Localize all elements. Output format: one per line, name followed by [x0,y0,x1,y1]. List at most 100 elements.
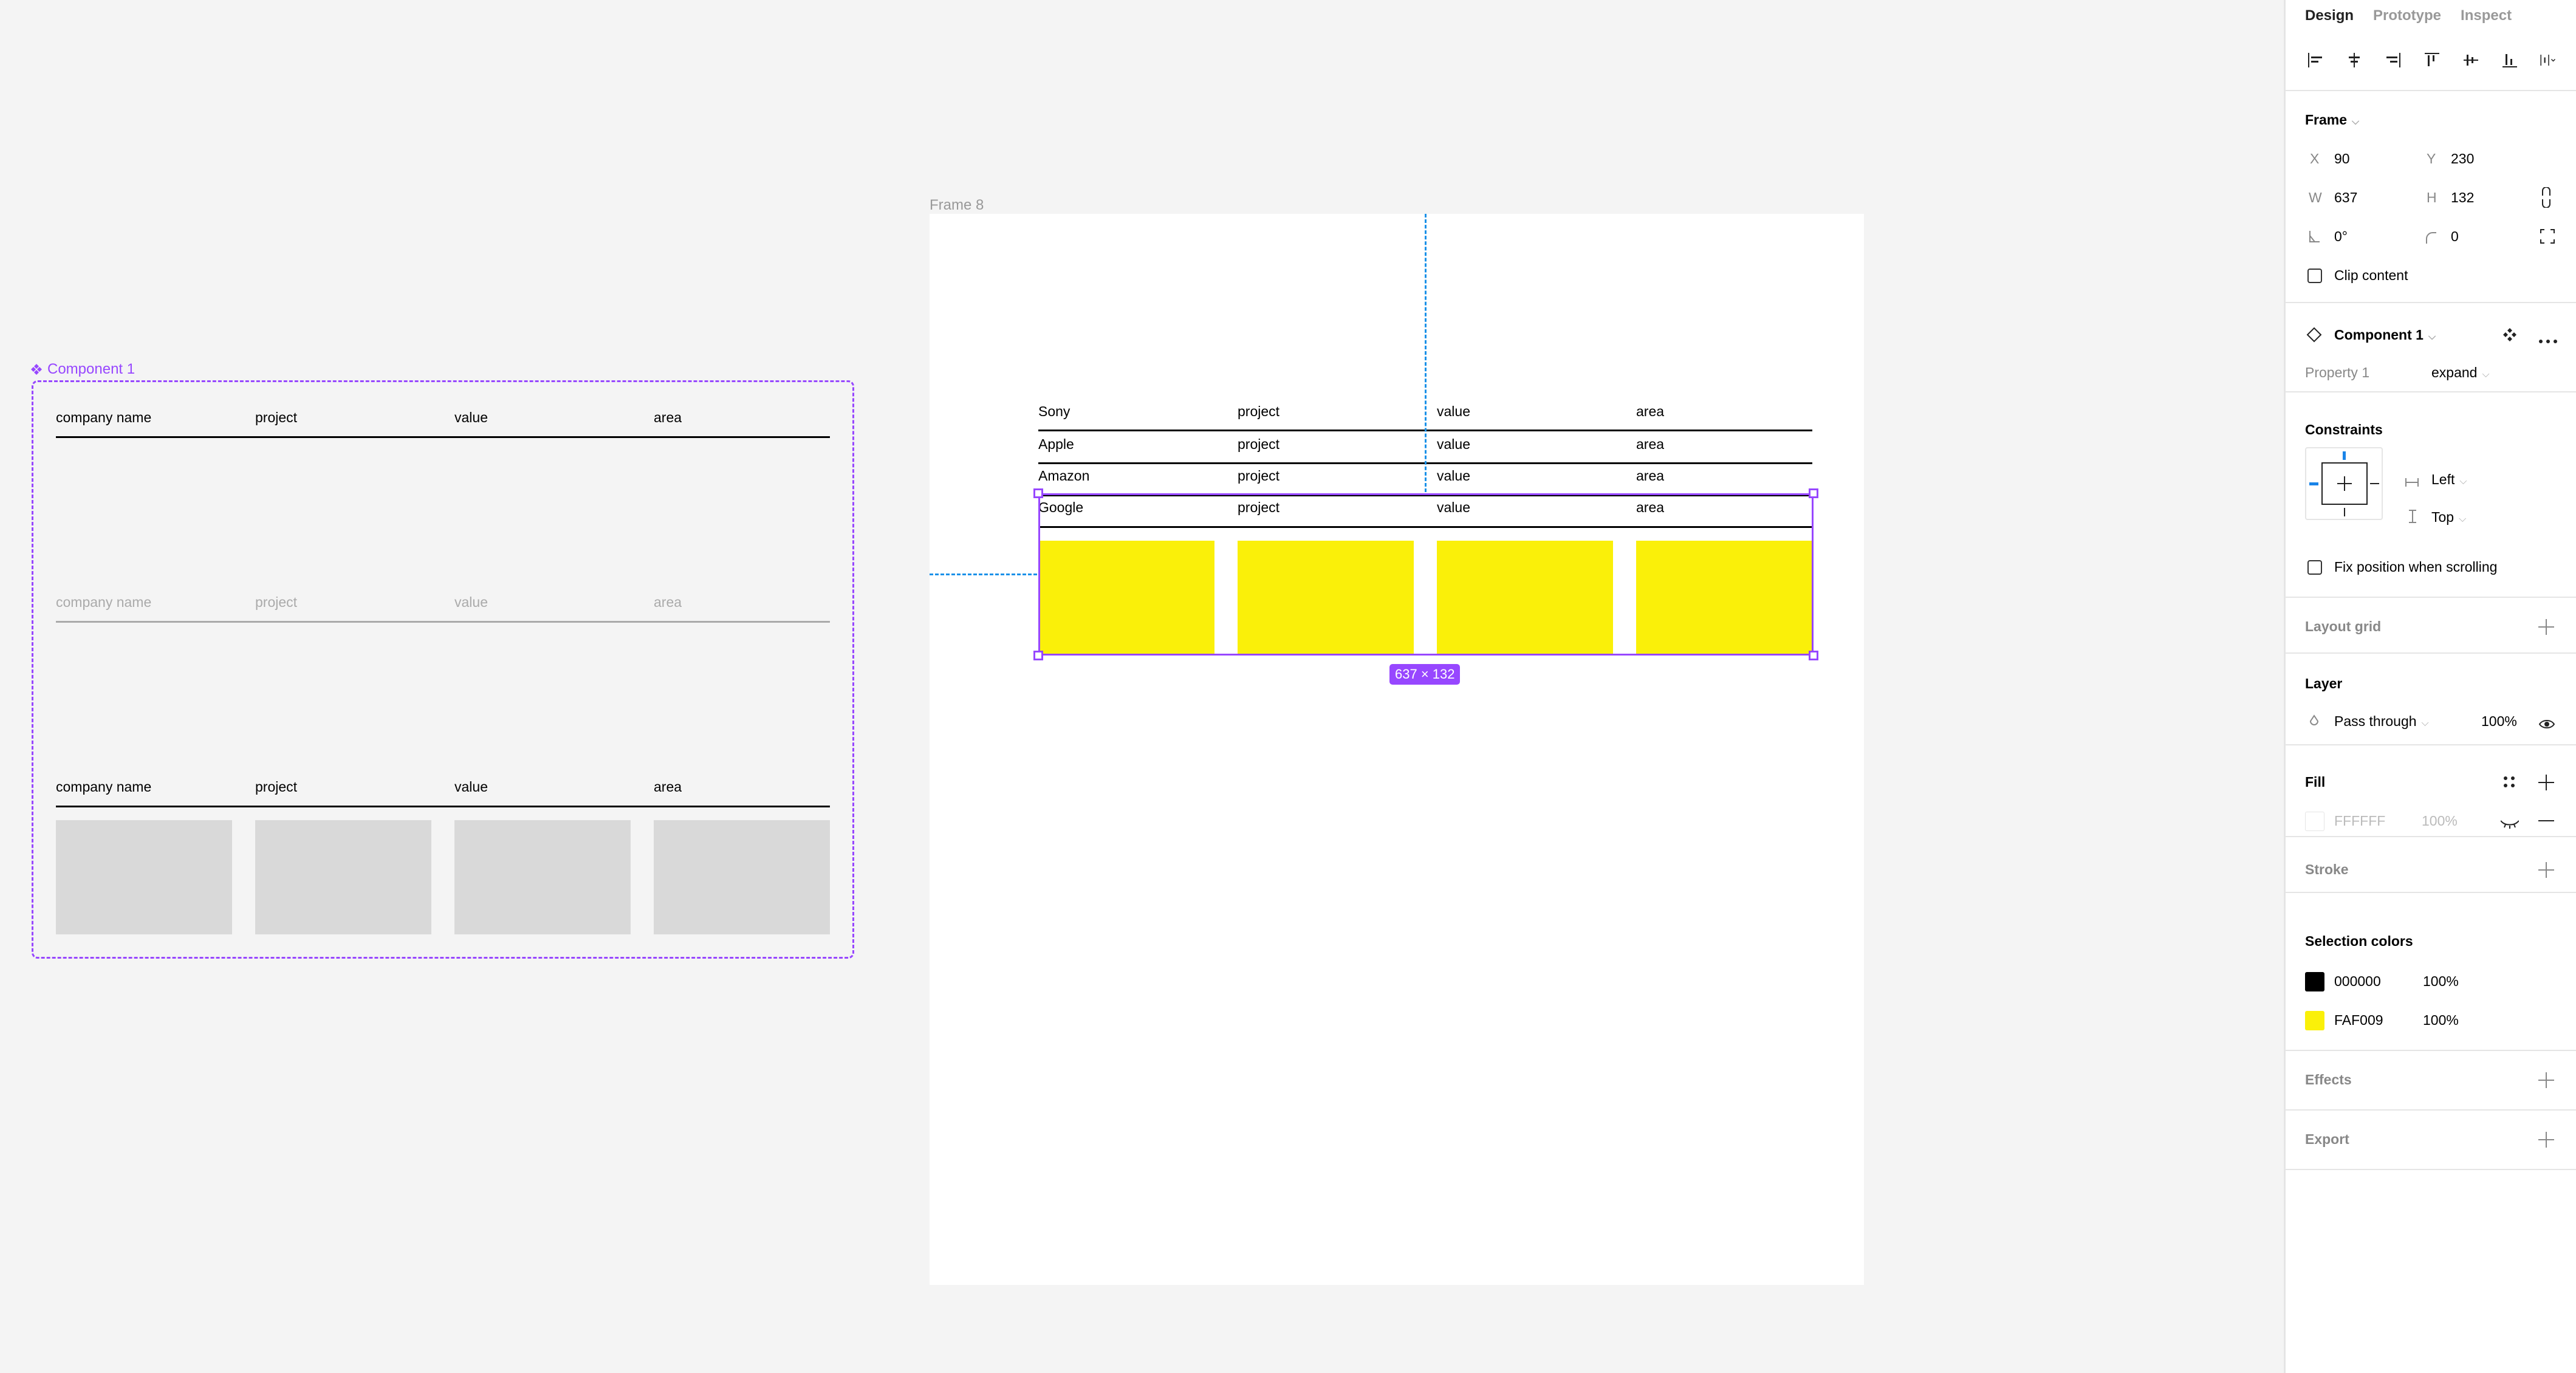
placeholder-box[interactable] [654,820,830,934]
component-icon [31,364,42,375]
independent-corners-icon[interactable] [2540,228,2555,248]
vertical-constraint-dropdown[interactable]: Top ⌵ [2431,509,2466,526]
vertical-constraint-value: Top [2431,509,2454,525]
align-left-icon[interactable] [2306,51,2324,69]
blend-mode-dropdown[interactable]: Pass through ⌵ [2334,713,2429,730]
eye-icon[interactable] [2538,717,2555,733]
align-top-icon[interactable] [2423,51,2441,69]
horizontal-constraint-dropdown[interactable]: Left ⌵ [2431,471,2467,488]
frame-label[interactable]: Frame 8 [930,197,984,214]
expand-header-project: project [255,779,298,795]
constrain-proportions-icon[interactable] [2541,187,2552,211]
frame-section-title[interactable]: Frame ⌵ [2305,112,2359,128]
header-project: project [255,409,298,425]
add-export-icon[interactable] [2538,1132,2554,1148]
property-value-dropdown[interactable]: expand ⌵ [2431,365,2490,381]
cell-area[interactable]: area [1636,403,1664,420]
horizontal-constraint-value: Left [2431,471,2455,487]
fill-swatch[interactable] [2305,812,2324,831]
header-value: value [454,409,488,425]
fill-hex-input[interactable]: FFFFFF [2334,813,2385,829]
alignment-toolbar [2306,51,2558,69]
expand-row-divider [56,806,830,807]
cell-company[interactable]: Sony [1038,403,1070,420]
cell-project[interactable]: project [1238,403,1279,420]
remove-fill-icon[interactable] [2538,820,2554,821]
h-label: H [2427,190,2437,205]
tab-prototype[interactable]: Prototype [2373,7,2441,24]
add-effect-icon[interactable] [2538,1072,2554,1088]
go-to-main-component-icon[interactable] [2502,327,2518,346]
add-layout-grid-icon[interactable] [2538,619,2554,635]
eye-closed-icon[interactable] [2500,817,2519,833]
placeholder-box[interactable] [56,820,232,934]
rotation-input[interactable]: 0° [2334,228,2348,245]
fix-position-checkbox[interactable] [2307,560,2322,575]
expand-header-area: area [654,779,682,795]
divider [2286,1050,2576,1051]
align-horizontal-center-icon[interactable] [2345,51,2363,69]
placeholder-box[interactable] [454,820,631,934]
cell-project[interactable]: project [1238,468,1279,484]
component-name-dropdown[interactable]: Component 1 ⌵ [2334,327,2436,343]
h-input[interactable]: 132 [2451,190,2474,206]
fill-opacity-input[interactable]: 100% [2422,813,2458,829]
row-divider [56,436,830,438]
resize-handle-bottom-right[interactable] [1809,651,1818,660]
tab-inspect[interactable]: Inspect [2461,7,2512,24]
component-name: Component 1 [2334,327,2424,343]
layout-grid-title: Layout grid [2305,618,2382,634]
selection-color-hex[interactable]: FAF009 [2334,1012,2383,1029]
style-icon[interactable] [2502,775,2516,793]
constraints-diagram [2309,451,2379,516]
selection-color-opacity[interactable]: 100% [2423,1012,2459,1029]
y-input[interactable]: 230 [2451,151,2474,167]
distribute-icon[interactable] [2540,51,2558,69]
clip-content-checkbox[interactable] [2307,269,2322,283]
panel-tabs: Design Prototype Inspect [2305,7,2512,24]
cell-company[interactable]: Apple [1038,436,1074,453]
cell-company[interactable]: Amazon [1038,468,1089,484]
frame-8[interactable] [930,214,1864,1285]
properties-panel: Design Prototype Inspect Frame ⌵ X 90 Y 2… [2284,0,2576,1373]
selection-color-opacity[interactable]: 100% [2423,973,2459,990]
selection-color-hex[interactable]: 000000 [2334,973,2381,990]
layer-opacity-input[interactable]: 100% [2481,713,2517,730]
cell-area[interactable]: area [1636,468,1664,484]
vertical-constraint-icon [2409,509,2416,527]
resize-handle-bottom-left[interactable] [1033,651,1043,660]
divider [2286,1169,2576,1170]
cell-value[interactable]: value [1437,403,1470,420]
placeholder-box[interactable] [255,820,431,934]
expand-header-company: company name [56,779,152,795]
chevron-down-icon: ⌵ [2352,117,2360,127]
cell-value[interactable]: value [1437,468,1470,484]
resize-handle-top-right[interactable] [1809,488,1818,498]
resize-handle-top-left[interactable] [1033,488,1043,498]
radius-input[interactable]: 0 [2451,228,2459,245]
align-bottom-icon[interactable] [2501,51,2519,69]
cell-area[interactable]: area [1636,436,1664,453]
align-vertical-center-icon[interactable] [2462,51,2480,69]
align-right-icon[interactable] [2384,51,2402,69]
x-input[interactable]: 90 [2334,151,2350,167]
header-area: area [654,409,682,425]
selection-box[interactable] [1038,493,1814,656]
tab-design[interactable]: Design [2305,7,2354,24]
add-stroke-icon[interactable] [2538,862,2554,878]
selection-color-swatch[interactable] [2305,972,2324,991]
fix-position-label: Fix position when scrolling [2334,559,2498,575]
selection-color-swatch[interactable] [2305,1011,2324,1030]
vertical-guide [1425,214,1427,492]
chevron-down-icon: ⌵ [2482,369,2490,380]
more-options-icon[interactable] [2538,332,2558,348]
add-fill-icon[interactable] [2538,775,2554,790]
cell-value[interactable]: value [1437,436,1470,453]
component-name: Component 1 [47,361,135,377]
canvas[interactable]: Component 1 company name project value a… [0,0,2284,1373]
component-label[interactable]: Component 1 [30,361,135,378]
constraints-widget[interactable] [2305,447,2383,520]
cell-project[interactable]: project [1238,436,1279,453]
chevron-down-icon: ⌵ [2428,332,2436,342]
w-input[interactable]: 637 [2334,190,2357,206]
